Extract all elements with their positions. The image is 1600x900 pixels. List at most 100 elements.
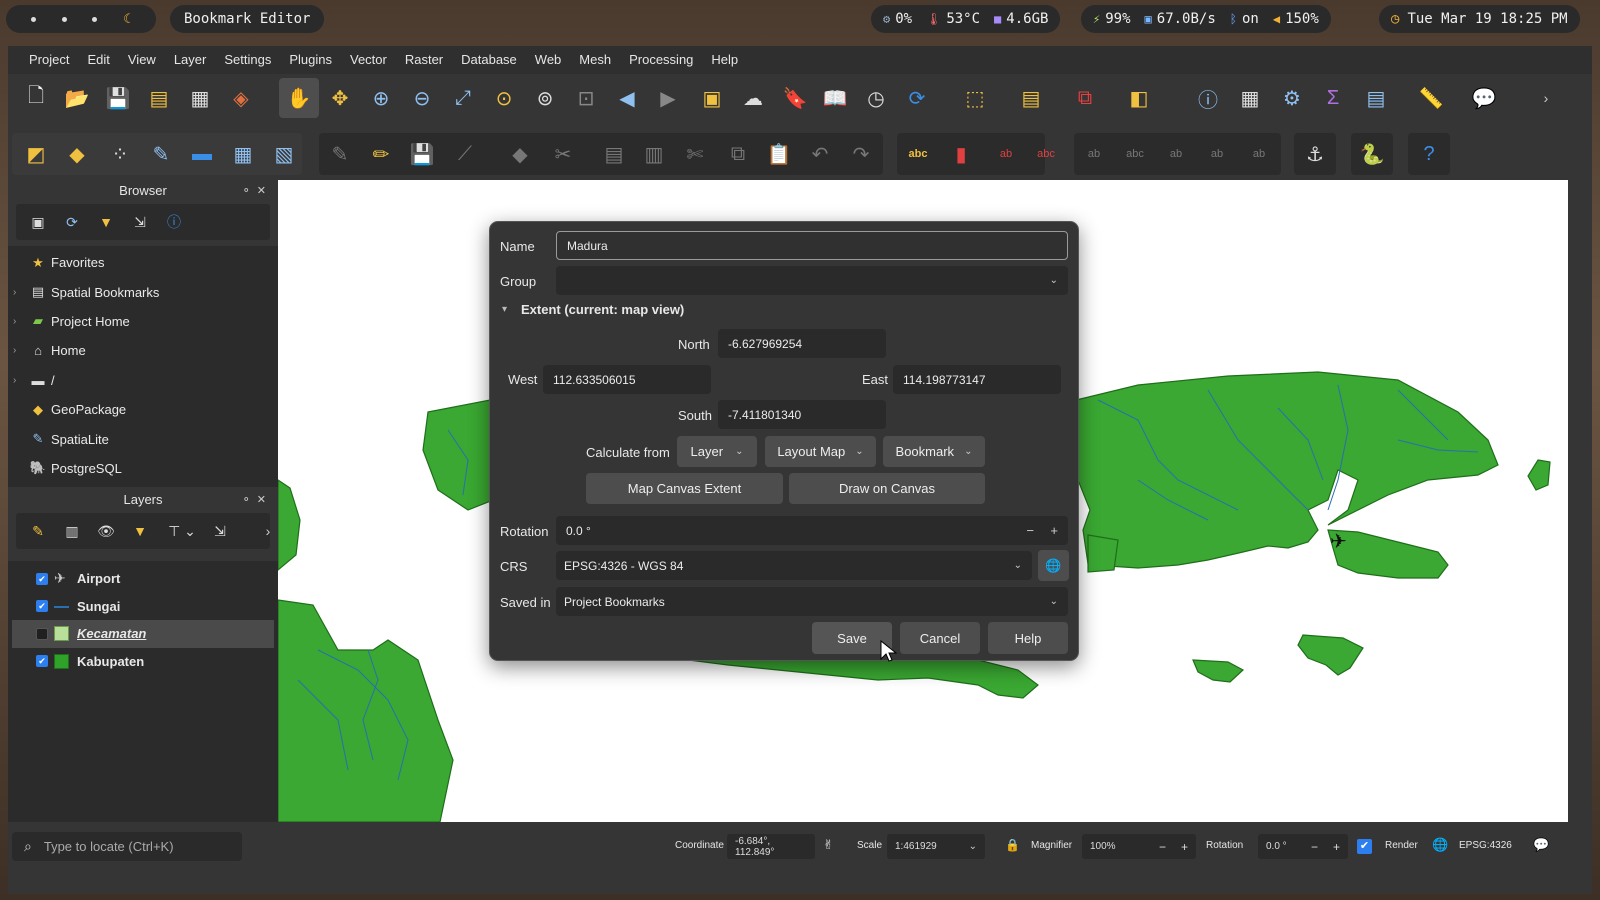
render-checkbox[interactable]: ✔ <box>1357 839 1372 854</box>
volume-level[interactable]: 150% <box>1285 11 1319 27</box>
workspace-dot[interactable] <box>30 16 36 22</box>
filter-icon[interactable]: ▼ <box>94 210 118 234</box>
south-input[interactable]: -7.411801340 <box>718 400 886 429</box>
help-button[interactable]: Help <box>988 622 1068 654</box>
toggle-editing-icon[interactable]: ✏ <box>365 138 397 170</box>
decrease-icon[interactable]: − <box>1311 840 1318 854</box>
volume-icon[interactable]: ◀ <box>1273 12 1280 26</box>
select-crs-button[interactable]: 🌐 <box>1038 550 1069 581</box>
cancel-button[interactable]: Cancel <box>900 622 980 654</box>
toggle-extents-icon[interactable]: ✌ <box>823 837 834 853</box>
collapse-all-icon[interactable]: ⇲ <box>128 210 152 234</box>
bluetooth-icon[interactable]: ᛒ <box>1230 12 1237 26</box>
save-project-icon[interactable]: 💾 <box>102 82 134 114</box>
paste-features-icon[interactable]: ⧉ <box>722 138 754 170</box>
browser-item-root[interactable]: › ▬ / <box>8 366 278 395</box>
new-temporary-layer-icon[interactable]: ⁘ <box>104 138 136 170</box>
chevron-down-icon[interactable]: ⌄ <box>969 841 977 852</box>
clock[interactable]: ◷ Tue Mar 19 18:25 PM <box>1379 5 1580 33</box>
menu-database[interactable]: Database <box>452 46 526 74</box>
expand-all-icon[interactable]: ⇲ <box>208 519 232 543</box>
expand-arrow-icon[interactable]: › <box>13 316 16 327</box>
python-console-icon[interactable]: 🐍 <box>1356 138 1388 170</box>
help-contents-icon[interactable]: ? <box>1413 138 1445 170</box>
group-combobox[interactable]: ⌄ <box>556 266 1068 295</box>
saved-in-combobox[interactable]: Project Bookmarks ⌄ <box>556 587 1068 616</box>
add-selected-layers-icon[interactable]: ▣ <box>26 210 50 234</box>
zoom-next-icon[interactable]: ▶ <box>652 82 684 114</box>
increase-icon[interactable]: + <box>1333 840 1340 854</box>
layer-visibility-checkbox[interactable] <box>36 627 48 640</box>
moon-icon[interactable]: ☾ <box>123 12 131 27</box>
panel-float-close-icons[interactable]: ⚬✕ <box>242 178 272 204</box>
visibility-eye-icon[interactable]: 👁 <box>94 519 118 543</box>
clipboard-icon[interactable]: 📋 <box>763 138 795 170</box>
temporal-controller-icon[interactable]: ◷ <box>860 82 892 114</box>
rotation-field[interactable]: 0.0 ° − + <box>1258 834 1348 859</box>
data-source-manager-icon[interactable]: ◩ <box>20 138 52 170</box>
menu-view[interactable]: View <box>119 46 165 74</box>
open-project-icon[interactable]: 📂 <box>61 82 93 114</box>
zoom-to-selection-icon[interactable]: ⊙ <box>488 82 520 114</box>
map-canvas-extent-button[interactable]: Map Canvas Extent <box>586 473 783 504</box>
coordinate-field[interactable]: -6.684°, 112.849° <box>727 834 815 859</box>
show-labels-icon[interactable]: abc <box>1030 138 1062 170</box>
collapse-arrow-icon[interactable]: ▾ <box>502 304 507 315</box>
browser-item-home[interactable]: › ⌂ Home <box>8 336 278 365</box>
crs-globe-icon[interactable]: 🌐 <box>1432 837 1448 853</box>
add-group-icon[interactable]: ▥ <box>60 519 84 543</box>
attribute-table-icon[interactable]: ▤ <box>1360 82 1392 114</box>
expand-arrow-icon[interactable]: › <box>13 287 16 298</box>
select-features-icon[interactable]: ⬚ <box>959 82 991 114</box>
calculate-from-bookmark-button[interactable]: Bookmark ⌄ <box>883 436 985 467</box>
west-input[interactable]: 112.633506015 <box>543 365 711 394</box>
messages-icon[interactable]: 💬 <box>1533 837 1549 853</box>
expand-arrow-icon[interactable]: › <box>13 345 16 356</box>
toolbar-overflow-chevron-icon[interactable]: › <box>1530 82 1562 114</box>
zoom-last-icon[interactable]: ◀ <box>611 82 643 114</box>
show-bookmarks-icon[interactable]: 📖 <box>819 82 851 114</box>
menu-raster[interactable]: Raster <box>396 46 452 74</box>
modify-attributes-icon[interactable]: ✂ <box>547 138 579 170</box>
magnifier-field[interactable]: 100% − + <box>1082 834 1196 859</box>
menu-settings[interactable]: Settings <box>215 46 280 74</box>
layer-row-airport[interactable]: ✔ ✈ Airport <box>8 565 278 593</box>
chevron-down-icon[interactable]: ⌄ <box>1050 275 1058 286</box>
layer-visibility-checkbox[interactable]: ✔ <box>36 572 48 585</box>
add-vector-tile-icon[interactable]: ▧ <box>268 138 300 170</box>
change-label-icon[interactable]: ab <box>1160 138 1192 170</box>
processing-settings-icon[interactable]: ⚙ <box>1276 82 1308 114</box>
layer-row-kabupaten[interactable]: ✔ Kabupaten <box>8 648 278 676</box>
rotation-spinbox[interactable]: 0.0 ° − + <box>556 516 1068 545</box>
layer-row-sungai[interactable]: ✔ Sungai <box>8 593 278 621</box>
east-input[interactable]: 114.198773147 <box>893 365 1061 394</box>
pan-to-selection-icon[interactable]: ✥ <box>324 82 356 114</box>
zoom-in-icon[interactable]: ⊕ <box>365 82 397 114</box>
name-input[interactable]: Madura <box>556 231 1068 260</box>
workspace-dot[interactable] <box>61 16 67 22</box>
menu-mesh[interactable]: Mesh <box>570 46 620 74</box>
extent-group-header[interactable]: Extent (current: map view) <box>521 302 684 317</box>
vertex-tool-icon[interactable]: ◆ <box>504 138 536 170</box>
locator-search-bar[interactable]: ⌕ Type to locate (Ctrl+K) <box>12 832 242 861</box>
new-geopackage-layer-icon[interactable]: ◆ <box>61 138 93 170</box>
layers-toolbar-overflow-icon[interactable]: › <box>256 519 280 543</box>
style-manager-icon[interactable]: ◈ <box>225 82 257 114</box>
calculate-from-layout-map-button[interactable]: Layout Map ⌄ <box>765 436 876 467</box>
calculate-from-layer-button[interactable]: Layer ⌄ <box>677 436 757 467</box>
layer-row-kecamatan[interactable]: Kecamatan <box>12 620 274 648</box>
draw-on-canvas-button[interactable]: Draw on Canvas <box>789 473 985 504</box>
decrease-icon[interactable]: − <box>1159 840 1166 854</box>
menu-layer[interactable]: Layer <box>165 46 216 74</box>
browser-item-project-home[interactable]: › ▰ Project Home <box>8 307 278 336</box>
delete-selected-icon[interactable]: ▤ <box>598 138 630 170</box>
browser-item-postgresql[interactable]: 🐘 PostgreSQL <box>8 454 278 483</box>
increase-icon[interactable]: + <box>1181 840 1188 854</box>
crs-status[interactable]: EPSG:4326 <box>1459 840 1512 851</box>
lock-scale-icon[interactable]: 🔒 <box>1005 838 1020 852</box>
chevron-down-icon[interactable]: ⌄ <box>1050 596 1058 607</box>
layer-diagram-icon[interactable]: ▮ <box>945 138 977 170</box>
filter-by-expression-icon[interactable]: ⊤ ⌄ <box>162 519 202 543</box>
increase-icon[interactable]: + <box>1050 523 1058 538</box>
zoom-to-layer-icon[interactable]: ⊚ <box>529 82 561 114</box>
